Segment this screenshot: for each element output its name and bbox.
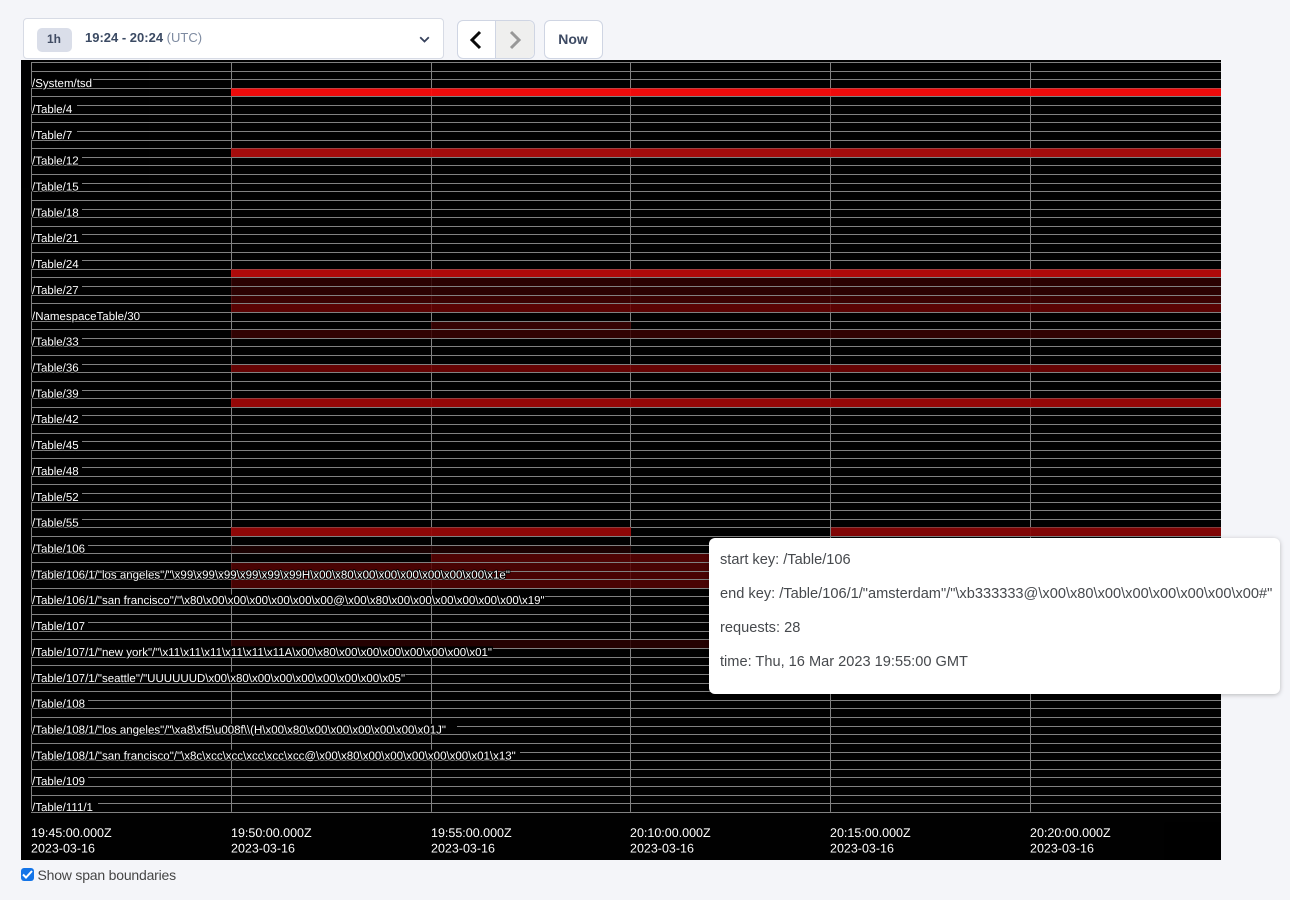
svg-text:/Table/39: /Table/39	[32, 388, 79, 400]
svg-text:2023-03-16: 2023-03-16	[431, 842, 495, 856]
svg-text:/Table/18: /Table/18	[32, 207, 79, 219]
svg-text:/Table/108/1/"los angeles"/"\x: /Table/108/1/"los angeles"/"\xa8\xf5\u00…	[32, 725, 446, 737]
svg-text:/Table/106: /Table/106	[32, 544, 85, 556]
svg-text:/Table/4: /Table/4	[32, 104, 73, 116]
svg-text:/Table/107/1/"new york"/"\x11\: /Table/107/1/"new york"/"\x11\x11\x11\x1…	[32, 647, 492, 659]
svg-text:/Table/15: /Table/15	[32, 182, 79, 194]
svg-text:/NamespaceTable/30: /NamespaceTable/30	[32, 311, 140, 323]
svg-text:/Table/108: /Table/108	[32, 699, 85, 711]
svg-text:/Table/12: /Table/12	[32, 156, 79, 168]
svg-text:/Table/55: /Table/55	[32, 518, 79, 530]
svg-text:/Table/48: /Table/48	[32, 466, 79, 478]
svg-text:2023-03-16: 2023-03-16	[1030, 842, 1094, 856]
svg-text:/Table/7: /Table/7	[32, 130, 72, 142]
svg-text:/Table/111/1: /Table/111/1	[32, 802, 93, 814]
svg-text:/Table/52: /Table/52	[32, 492, 79, 504]
svg-text:/Table/107: /Table/107	[32, 621, 85, 633]
svg-text:/Table/108/1/"san francisco"/": /Table/108/1/"san francisco"/"\x8c\xcc\x…	[32, 750, 516, 762]
svg-text:/Table/21: /Table/21	[32, 233, 79, 245]
svg-text:/Table/109: /Table/109	[32, 776, 85, 788]
svg-text:2023-03-16: 2023-03-16	[231, 842, 295, 856]
svg-text:20:20:00.000Z: 20:20:00.000Z	[1030, 826, 1111, 840]
svg-text:/Table/106/1/"san francisco"/": /Table/106/1/"san francisco"/"\x80\x00\x…	[32, 595, 545, 607]
svg-text:2023-03-16: 2023-03-16	[630, 842, 694, 856]
svg-text:2023-03-16: 2023-03-16	[31, 842, 95, 856]
svg-text:19:45:00.000Z: 19:45:00.000Z	[31, 826, 112, 840]
svg-text:20:10:00.000Z: 20:10:00.000Z	[630, 826, 711, 840]
svg-text:/Table/42: /Table/42	[32, 414, 79, 426]
svg-text:/System/tsd: /System/tsd	[32, 78, 92, 90]
svg-text:20:15:00.000Z: 20:15:00.000Z	[830, 826, 911, 840]
svg-text:/Table/36: /Table/36	[32, 363, 79, 375]
svg-text:19:55:00.000Z: 19:55:00.000Z	[431, 826, 512, 840]
svg-text:/Table/107/1/"seattle"/"UUUUUU: /Table/107/1/"seattle"/"UUUUUUD\x00\x80\…	[32, 673, 405, 685]
svg-text:2023-03-16: 2023-03-16	[830, 842, 894, 856]
svg-text:/Table/45: /Table/45	[32, 440, 79, 452]
svg-text:/Table/33: /Table/33	[32, 337, 79, 349]
svg-text:/Table/24: /Table/24	[32, 259, 79, 271]
svg-text:19:50:00.000Z: 19:50:00.000Z	[231, 826, 312, 840]
svg-text:/Table/27: /Table/27	[32, 285, 79, 297]
svg-text:/Table/106/1/"los angeles"/"\x: /Table/106/1/"los angeles"/"\x99\x99\x99…	[32, 569, 510, 581]
